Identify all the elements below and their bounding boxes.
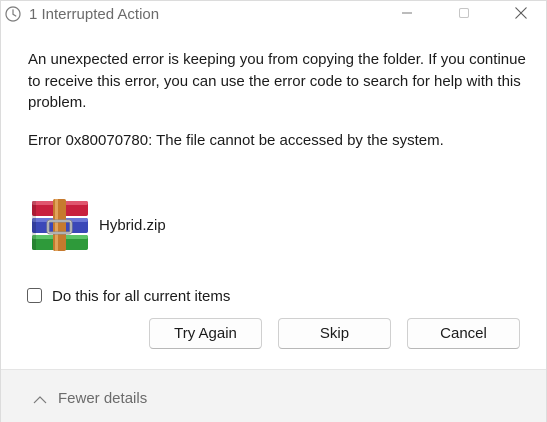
chevron-up-icon[interactable] [33, 392, 47, 404]
apply-to-all-checkbox[interactable] [27, 288, 42, 303]
try-again-button[interactable]: Try Again [149, 318, 262, 349]
error-message: An unexpected error is keeping you from … [28, 51, 526, 111]
maximize-button [441, 1, 487, 29]
winrar-archive-icon [29, 199, 91, 251]
close-button[interactable] [498, 1, 544, 29]
skip-button[interactable]: Skip [278, 318, 391, 349]
cancel-button[interactable]: Cancel [407, 318, 520, 349]
close-icon [514, 6, 528, 25]
file-name: Hybrid.zip [99, 217, 166, 234]
maximize-icon [458, 6, 470, 24]
apply-to-all-label[interactable]: Do this for all current items [52, 288, 230, 305]
minimize-icon [401, 6, 413, 24]
details-footer: Fewer details [1, 369, 546, 422]
minimize-button[interactable] [384, 1, 430, 29]
window-title: 1 Interrupted Action [29, 6, 160, 23]
title-bar: 1 Interrupted Action [1, 1, 546, 29]
interrupted-action-dialog: 1 Interrupted Action An unexpected error… [0, 0, 547, 422]
fewer-details-toggle[interactable]: Fewer details [58, 390, 147, 407]
error-code-text: Error 0x80070780: The file cannot be acc… [28, 132, 444, 149]
clock-icon [5, 6, 21, 22]
